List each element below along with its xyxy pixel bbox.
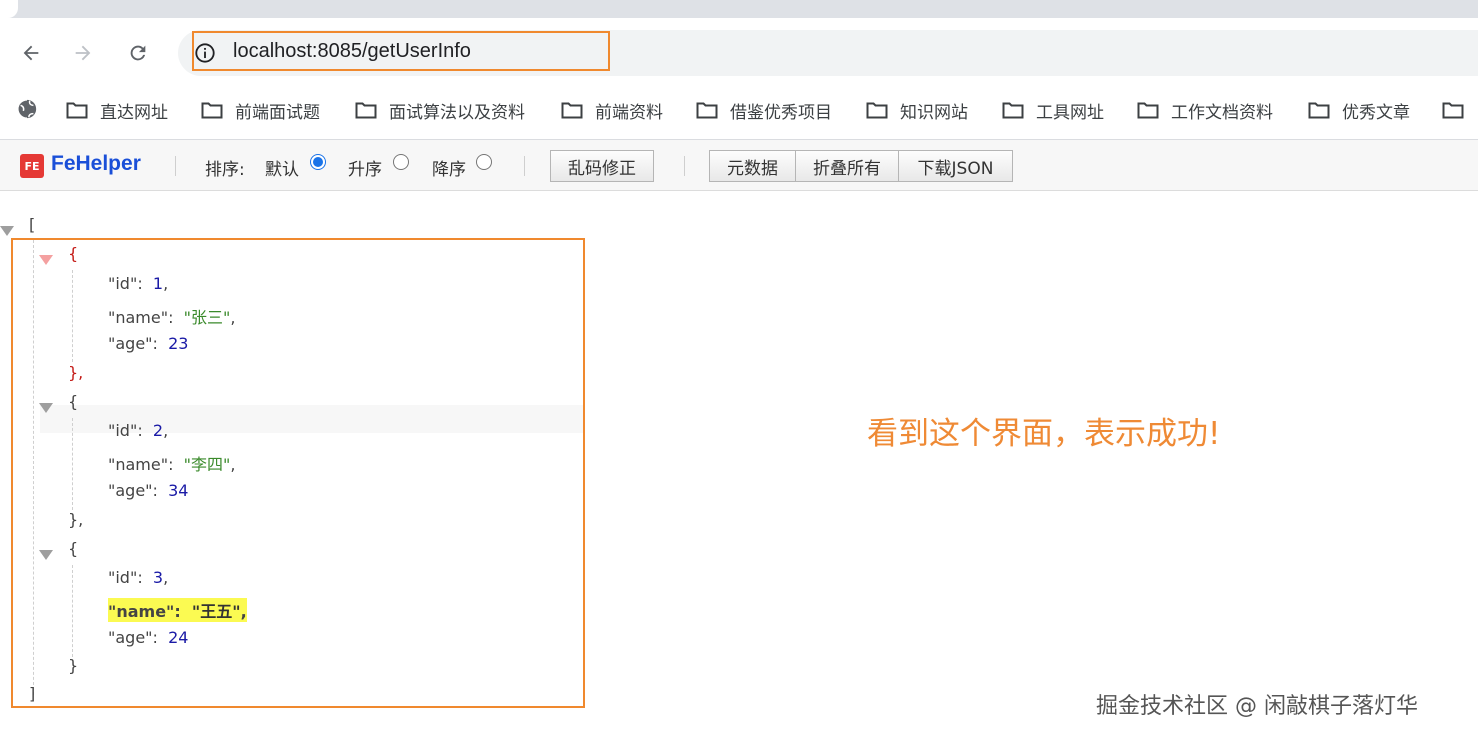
folder-icon: [355, 102, 377, 119]
bookmark-item[interactable]: 直达网址: [66, 96, 168, 124]
sort-desc-radio[interactable]: [476, 154, 492, 170]
fix-encoding-button[interactable]: 乱码修正: [550, 150, 654, 182]
tab-strip: [0, 0, 1478, 18]
bookmark-item[interactable]: 知识网站: [866, 96, 968, 124]
bookmark-item[interactable]: 借鉴优秀项目: [696, 96, 832, 124]
bookmark-label: 工具网址: [1036, 102, 1104, 122]
json-highlight-box: [11, 238, 585, 708]
arrow-left-icon: [23, 45, 39, 61]
folder-icon: [1308, 102, 1330, 119]
fehelper-toolbar: FE FeHelper 排序: 默认 升序 降序 乱码修正 元数据 折叠所有 下…: [0, 140, 1478, 191]
separator: [175, 156, 176, 176]
sort-default-radio[interactable]: [310, 154, 326, 170]
bookmark-item[interactable]: 优秀文章: [1308, 96, 1410, 124]
folder-icon: [1002, 102, 1024, 119]
globe-icon[interactable]: [16, 98, 38, 120]
collapse-all-button[interactable]: 折叠所有: [795, 150, 899, 182]
watermark: 掘金技术社区 @ 闲敲棋子落灯华: [1096, 694, 1418, 719]
bookmark-label: 知识网站: [900, 102, 968, 122]
separator: [524, 156, 525, 176]
sort-default-label: 默认: [265, 160, 299, 180]
sort-desc-label: 降序: [432, 160, 466, 180]
metadata-button[interactable]: 元数据: [709, 150, 796, 182]
separator: [684, 156, 685, 176]
bookmark-label: 面试算法以及资料: [389, 102, 525, 122]
folder-icon: [201, 102, 223, 119]
folder-icon: [561, 102, 583, 119]
bookmark-label: 工作文档资料: [1171, 102, 1273, 122]
open-bracket: [: [29, 215, 36, 234]
reload-button[interactable]: [121, 36, 155, 70]
collapse-root-icon[interactable]: [0, 226, 14, 236]
arrow-right-icon: [75, 45, 91, 61]
success-annotation: 看到这个界面，表示成功!: [867, 416, 1221, 452]
folder-icon: [1442, 102, 1464, 119]
fehelper-logo-icon: FE: [20, 154, 44, 178]
bookmark-label: 前端资料: [595, 102, 663, 122]
reload-icon: [130, 45, 146, 61]
fehelper-title[interactable]: FeHelper: [51, 152, 141, 176]
bookmark-item[interactable]: 前端资料: [561, 96, 663, 124]
sort-asc-radio[interactable]: [393, 154, 409, 170]
bookmark-label: 直达网址: [100, 102, 168, 122]
bookmark-item[interactable]: 面试算法以及资料: [355, 96, 525, 124]
folder-icon: [696, 102, 718, 119]
sort-label: 排序:: [205, 160, 245, 180]
sort-asc-label: 升序: [348, 160, 382, 180]
bookmark-label: 优秀文章: [1342, 102, 1410, 122]
back-button[interactable]: [14, 36, 48, 70]
folder-icon: [1137, 102, 1159, 119]
bookmark-item[interactable]: 工作文档资料: [1137, 96, 1273, 124]
download-json-button[interactable]: 下载JSON: [898, 150, 1013, 182]
bookmarks-bar: 直达网址 前端面试题 面试算法以及资料 前端资料 借鉴优秀项目 知识网站 工具网址 工作文档资…: [0, 88, 1478, 132]
bookmark-overflow-folder[interactable]: [1442, 96, 1464, 124]
bookmark-label: 借鉴优秀项目: [730, 102, 832, 122]
bookmark-item[interactable]: 工具网址: [1002, 96, 1104, 124]
bookmark-label: 前端面试题: [235, 102, 320, 122]
folder-icon: [866, 102, 888, 119]
url-highlight-box: [192, 31, 610, 71]
bookmark-item[interactable]: 前端面试题: [201, 96, 320, 124]
folder-icon: [66, 102, 88, 119]
forward-button[interactable]: [66, 36, 100, 70]
active-tab[interactable]: [0, 0, 18, 18]
